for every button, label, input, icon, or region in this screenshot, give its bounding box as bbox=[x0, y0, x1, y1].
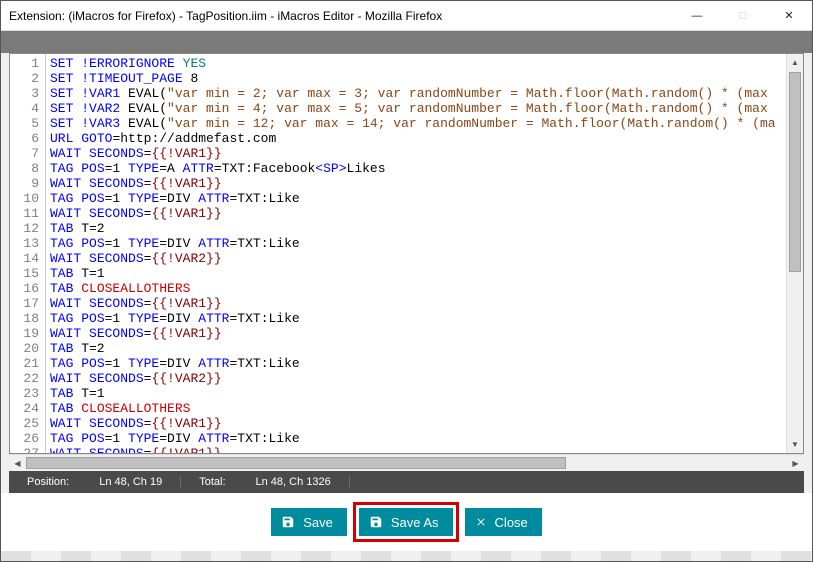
line-number: 24 bbox=[10, 401, 39, 416]
close-window-button[interactable]: ✕ bbox=[766, 1, 812, 31]
code-line[interactable]: TAB T=1 bbox=[50, 386, 786, 401]
line-number: 23 bbox=[10, 386, 39, 401]
code-line[interactable]: TAG POS=1 TYPE=DIV ATTR=TXT:Like bbox=[50, 236, 786, 251]
line-number: 26 bbox=[10, 431, 39, 446]
line-number: 11 bbox=[10, 206, 39, 221]
line-number: 14 bbox=[10, 251, 39, 266]
total-value: Ln 48, Ch 1326 bbox=[256, 476, 331, 488]
toolbar-strip bbox=[1, 31, 812, 53]
line-number: 10 bbox=[10, 191, 39, 206]
line-number: 21 bbox=[10, 356, 39, 371]
window-titlebar: Extension: (iMacros for Firefox) - TagPo… bbox=[1, 1, 812, 31]
horizontal-scroll-thumb[interactable] bbox=[26, 457, 566, 469]
code-line[interactable]: SET !VAR3 EVAL("var min = 12; var max = … bbox=[50, 116, 786, 131]
highlight-box: Save As bbox=[353, 502, 459, 542]
line-number: 6 bbox=[10, 131, 39, 146]
code-line[interactable]: SET !ERRORIGNORE YES bbox=[50, 56, 786, 71]
line-number: 3 bbox=[10, 86, 39, 101]
save-button[interactable]: Save bbox=[271, 508, 347, 536]
window-title: Extension: (iMacros for Firefox) - TagPo… bbox=[9, 9, 674, 23]
maximize-button[interactable]: □ bbox=[720, 1, 766, 31]
action-button-bar: Save Save As Close bbox=[1, 493, 812, 551]
line-number: 18 bbox=[10, 311, 39, 326]
horizontal-scrollbar[interactable]: ◀ ▶ bbox=[9, 454, 804, 471]
line-number: 9 bbox=[10, 176, 39, 191]
save-icon bbox=[369, 515, 383, 529]
line-number: 25 bbox=[10, 416, 39, 431]
status-bar: Position: Ln 48, Ch 19 Total: Ln 48, Ch … bbox=[9, 471, 804, 493]
line-number: 27 bbox=[10, 446, 39, 453]
line-number: 16 bbox=[10, 281, 39, 296]
position-label: Position: bbox=[27, 476, 69, 488]
line-number: 1 bbox=[10, 56, 39, 71]
line-number: 4 bbox=[10, 101, 39, 116]
code-line[interactable]: TAB CLOSEALLOTHERS bbox=[50, 281, 786, 296]
code-line[interactable]: TAG POS=1 TYPE=DIV ATTR=TXT:Like bbox=[50, 431, 786, 446]
line-number: 20 bbox=[10, 341, 39, 356]
code-line[interactable]: WAIT SECONDS={{!VAR1}} bbox=[50, 296, 786, 311]
code-line[interactable]: WAIT SECONDS={{!VAR1}} bbox=[50, 416, 786, 431]
vertical-scroll-thumb[interactable] bbox=[789, 72, 801, 272]
total-label: Total: bbox=[199, 476, 225, 488]
line-number: 5 bbox=[10, 116, 39, 131]
minimize-button[interactable]: — bbox=[674, 1, 720, 31]
code-line[interactable]: TAG POS=1 TYPE=DIV ATTR=TXT:Like bbox=[50, 191, 786, 206]
position-value: Ln 48, Ch 19 bbox=[99, 476, 162, 488]
line-number: 7 bbox=[10, 146, 39, 161]
save-as-button[interactable]: Save As bbox=[359, 508, 453, 536]
code-line[interactable]: TAG POS=1 TYPE=A ATTR=TXT:Facebook<SP>Li… bbox=[50, 161, 786, 176]
code-line[interactable]: WAIT SECONDS={{!VAR1}} bbox=[50, 146, 786, 161]
line-number: 13 bbox=[10, 236, 39, 251]
save-as-button-label: Save As bbox=[391, 515, 439, 530]
code-line[interactable]: SET !VAR1 EVAL("var min = 2; var max = 3… bbox=[50, 86, 786, 101]
code-line[interactable]: WAIT SECONDS={{!VAR2}} bbox=[50, 251, 786, 266]
line-number: 15 bbox=[10, 266, 39, 281]
close-icon bbox=[475, 516, 487, 528]
scroll-down-arrow-icon[interactable]: ▼ bbox=[787, 436, 803, 453]
line-number: 8 bbox=[10, 161, 39, 176]
code-line[interactable]: TAG POS=1 TYPE=DIV ATTR=TXT:Like bbox=[50, 311, 786, 326]
background-peek bbox=[1, 551, 812, 561]
code-line[interactable]: TAB T=1 bbox=[50, 266, 786, 281]
code-editor[interactable]: 1234567891011121314151617181920212223242… bbox=[9, 53, 804, 454]
save-button-label: Save bbox=[303, 515, 333, 530]
code-line[interactable]: TAG POS=1 TYPE=DIV ATTR=TXT:Like bbox=[50, 356, 786, 371]
window-controls: — □ ✕ bbox=[674, 1, 812, 31]
scroll-up-arrow-icon[interactable]: ▲ bbox=[787, 54, 803, 71]
code-line[interactable]: URL GOTO=http://addmefast.com bbox=[50, 131, 786, 146]
code-line[interactable]: SET !TIMEOUT_PAGE 8 bbox=[50, 71, 786, 86]
line-number: 17 bbox=[10, 296, 39, 311]
code-line[interactable]: WAIT SECONDS={{!VAR1}} bbox=[50, 206, 786, 221]
code-line[interactable]: TAB T=2 bbox=[50, 341, 786, 356]
scroll-left-arrow-icon[interactable]: ◀ bbox=[9, 455, 26, 472]
code-line[interactable]: WAIT SECONDS={{!VAR1}} bbox=[50, 326, 786, 341]
vertical-scrollbar[interactable]: ▲ ▼ bbox=[786, 54, 803, 453]
code-line[interactable]: WAIT SECONDS={{!VAR1}} bbox=[50, 446, 786, 453]
code-line[interactable]: TAB CLOSEALLOTHERS bbox=[50, 401, 786, 416]
code-line[interactable]: TAB T=2 bbox=[50, 221, 786, 236]
code-line[interactable]: WAIT SECONDS={{!VAR2}} bbox=[50, 371, 786, 386]
line-number: 19 bbox=[10, 326, 39, 341]
line-number: 12 bbox=[10, 221, 39, 236]
code-content[interactable]: SET !ERRORIGNORE YESSET !TIMEOUT_PAGE 8S… bbox=[46, 54, 786, 453]
scroll-right-arrow-icon[interactable]: ▶ bbox=[787, 455, 804, 472]
line-number-gutter: 1234567891011121314151617181920212223242… bbox=[10, 54, 46, 453]
save-icon bbox=[281, 515, 295, 529]
line-number: 2 bbox=[10, 71, 39, 86]
close-button[interactable]: Close bbox=[465, 508, 542, 536]
code-line[interactable]: WAIT SECONDS={{!VAR1}} bbox=[50, 176, 786, 191]
close-button-label: Close bbox=[495, 515, 528, 530]
code-line[interactable]: SET !VAR2 EVAL("var min = 4; var max = 5… bbox=[50, 101, 786, 116]
line-number: 22 bbox=[10, 371, 39, 386]
